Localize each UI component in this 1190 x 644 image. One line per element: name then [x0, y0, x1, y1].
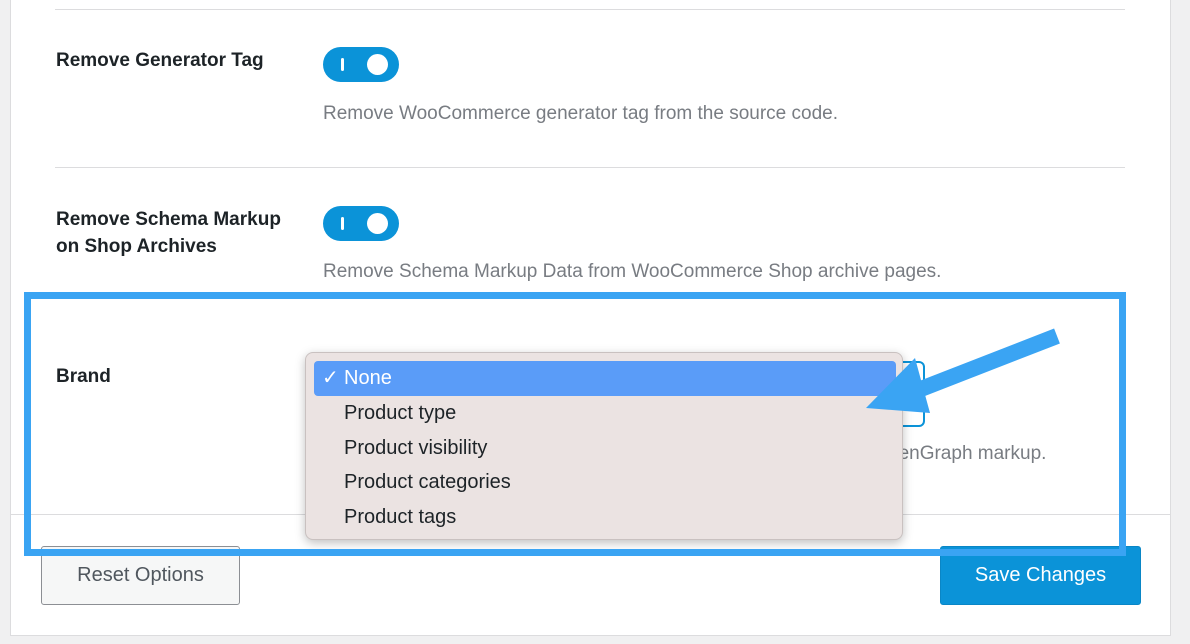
brand-description: penGraph markup.	[888, 443, 1047, 464]
brand-dropdown-menu: ✓ None Product type Product visibility Pr…	[305, 352, 903, 540]
dropdown-option-product-type[interactable]: Product type	[344, 402, 456, 425]
schema-markup-description: Remove Schema Markup Data from WooCommer…	[323, 261, 942, 282]
dropdown-option-product-tags[interactable]: Product tags	[344, 506, 456, 529]
generator-tag-toggle[interactable]	[323, 47, 399, 82]
generator-tag-label: Remove Generator Tag	[56, 50, 264, 71]
schema-markup-toggle[interactable]	[323, 206, 399, 241]
generator-tag-description: Remove WooCommerce generator tag from th…	[323, 103, 838, 124]
dropdown-option-none[interactable]: ✓ None	[314, 361, 896, 396]
schema-markup-label: Remove Schema Markup on Shop Archives	[56, 209, 281, 257]
option-label: None	[344, 367, 392, 389]
toggle-on-icon	[341, 58, 344, 71]
dropdown-option-product-visibility[interactable]: Product visibility	[344, 437, 487, 460]
toggle-knob-icon	[367, 213, 388, 234]
top-divider	[55, 9, 1125, 10]
brand-label: Brand	[56, 366, 111, 387]
row-divider	[55, 167, 1125, 168]
checkmark-icon: ✓	[322, 367, 339, 389]
toggle-knob-icon	[367, 54, 388, 75]
dropdown-option-product-categories[interactable]: Product categories	[344, 471, 511, 494]
arrow-icon	[866, 328, 1060, 413]
reset-options-button[interactable]: Reset Options	[41, 546, 240, 605]
toggle-on-icon	[341, 217, 344, 230]
save-changes-button[interactable]: Save Changes	[940, 546, 1141, 605]
